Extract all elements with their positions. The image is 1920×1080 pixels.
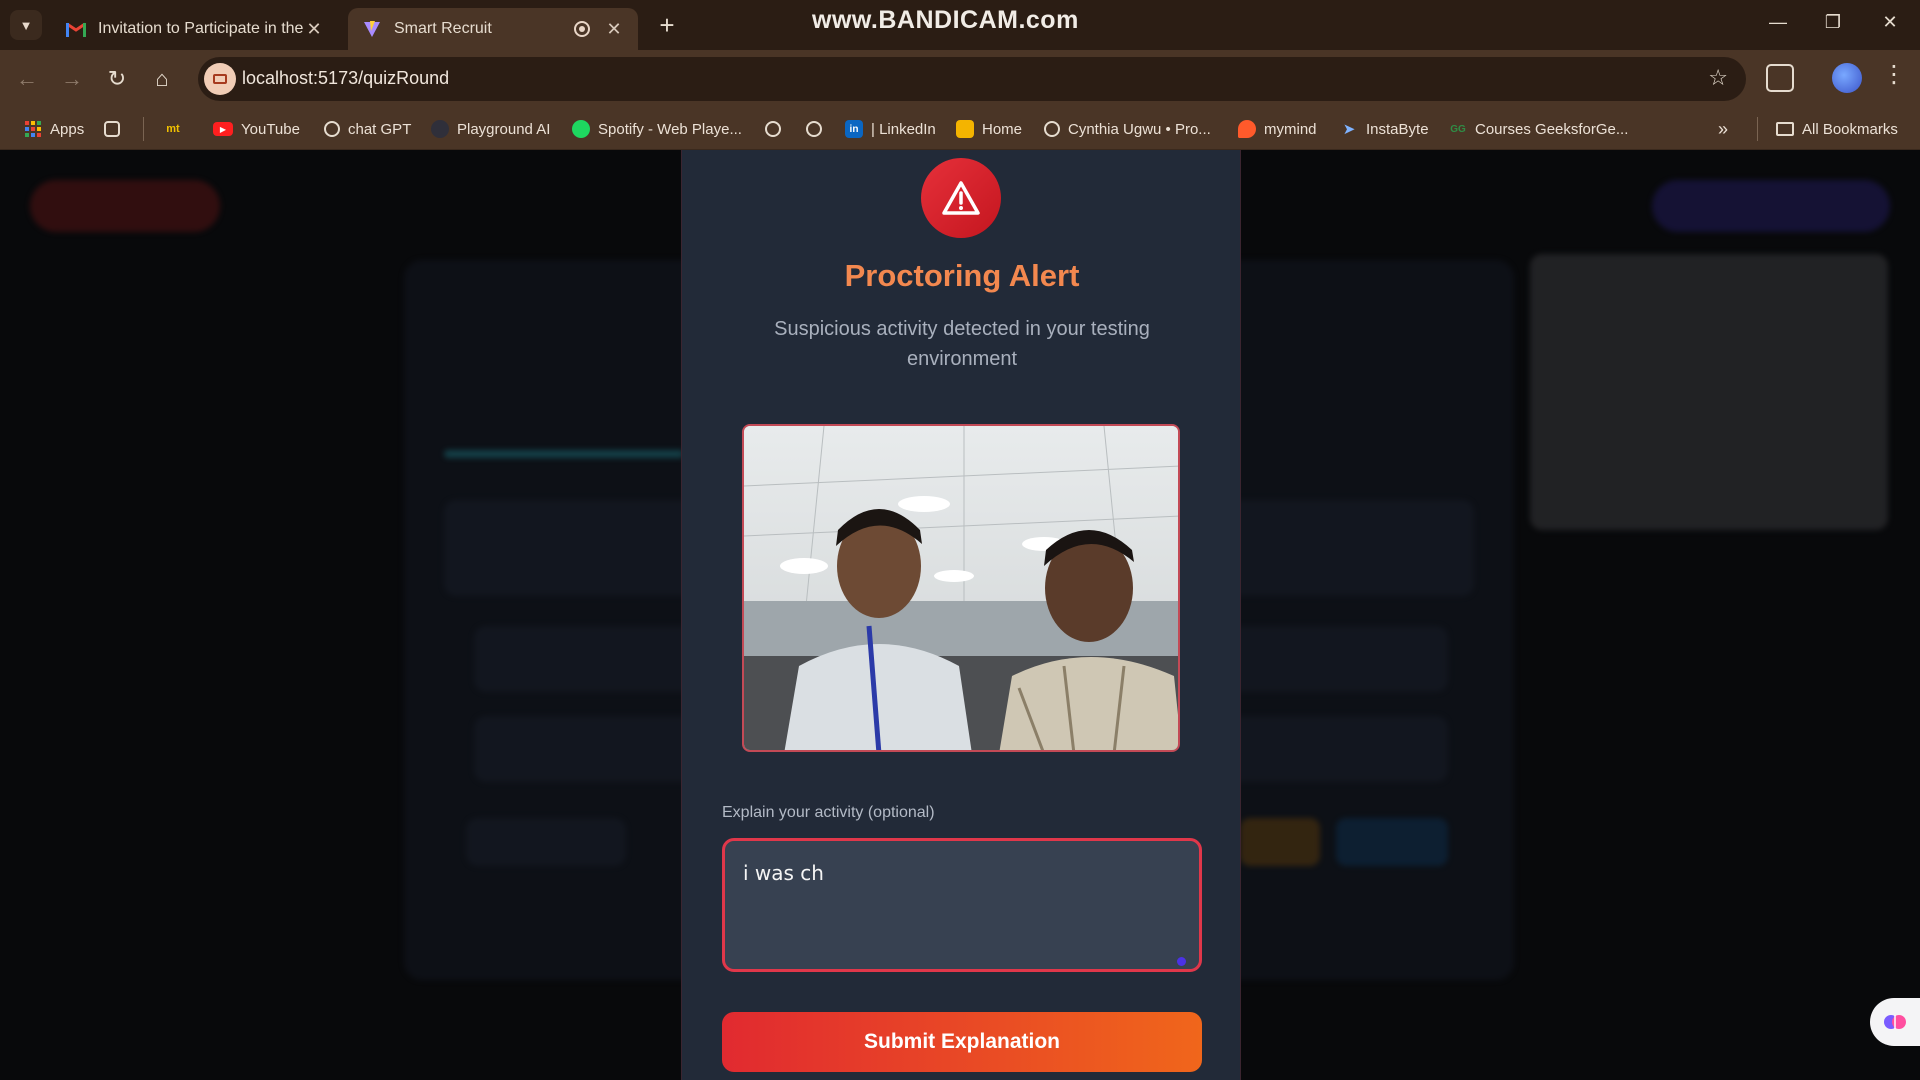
bookmark-mymind[interactable]: mymind xyxy=(1238,117,1317,141)
bookmark-globe-1[interactable] xyxy=(765,117,789,141)
bookmark-label: chat GPT xyxy=(348,120,412,138)
playground-icon xyxy=(431,120,449,138)
mymind-icon xyxy=(1238,120,1256,138)
submit-explanation-button[interactable]: Submit Explanation xyxy=(722,1012,1202,1072)
tab-smart-recruit[interactable]: Smart Recruit ✕ xyxy=(348,8,638,50)
openai-icon xyxy=(324,121,340,137)
gfg-icon: GG xyxy=(1450,123,1466,135)
person-icon xyxy=(1044,121,1060,137)
minimize-icon[interactable]: — xyxy=(1763,12,1793,33)
profile-avatar[interactable] xyxy=(1832,63,1862,93)
close-tab-icon[interactable]: ✕ xyxy=(604,19,624,40)
bookmark-playground-ai[interactable]: Playground AI xyxy=(431,117,550,141)
tab-strip: ▼ Invitation to Participate in the R ✕ S… xyxy=(0,0,1920,50)
bookmark-instabyte[interactable]: ➤ InstaByte xyxy=(1340,117,1429,141)
reload-icon[interactable]: ↻ xyxy=(102,64,132,94)
tab-groups-icon xyxy=(104,121,120,137)
bandicam-watermark: www.BANDICAM.com xyxy=(812,6,1079,34)
modal-title: Proctoring Alert xyxy=(844,258,1080,293)
forward-arrow-icon[interactable]: → xyxy=(57,64,87,94)
camera-in-use-icon[interactable] xyxy=(204,63,236,95)
recording-indicator-icon xyxy=(574,21,590,37)
bookmark-divider xyxy=(1757,117,1758,141)
restore-icon[interactable]: ❐ xyxy=(1818,12,1848,33)
bookmark-label: Courses GeeksforGe... xyxy=(1475,120,1629,138)
spotify-icon xyxy=(572,120,590,138)
bookmark-globe-2[interactable] xyxy=(806,117,830,141)
bookmark-label: Playground AI xyxy=(457,120,551,138)
prev-button-dimmed xyxy=(466,818,626,866)
tab-search-button[interactable]: ▼ xyxy=(10,10,42,40)
rocket-icon: ➤ xyxy=(1342,121,1356,138)
bookmark-label: Apps xyxy=(50,120,85,138)
all-bookmarks-button[interactable]: All Bookmarks xyxy=(1776,117,1898,141)
bookmark-tab-groups[interactable] xyxy=(104,117,128,141)
bookmark-label: mymind xyxy=(1264,120,1317,138)
mark-button-dimmed xyxy=(1240,818,1320,866)
classroom-icon xyxy=(956,120,974,138)
extensions-puzzle-icon[interactable] xyxy=(1766,64,1794,92)
next-button-dimmed xyxy=(1336,818,1448,866)
home-icon[interactable]: ⌂ xyxy=(147,64,177,94)
linkedin-icon: in xyxy=(845,120,863,138)
webcam-snapshot-image xyxy=(742,424,1180,752)
bookmark-apps[interactable]: Apps xyxy=(24,117,84,141)
tab-gmail-invitation[interactable]: Invitation to Participate in the R ✕ xyxy=(52,8,338,50)
folder-icon xyxy=(1776,122,1794,136)
bookmark-cynthia[interactable]: Cynthia Ugwu • Pro... xyxy=(1044,117,1211,141)
bookmark-label: | LinkedIn xyxy=(871,120,936,138)
bookmark-label: YouTube xyxy=(241,120,300,138)
bookmark-label: InstaByte xyxy=(1366,120,1429,138)
bookmark-label: Home xyxy=(982,120,1023,138)
explanation-textarea[interactable]: i was ch xyxy=(722,838,1202,972)
mt-icon: mt xyxy=(166,123,180,135)
bookmark-divider xyxy=(143,117,144,141)
gmail-icon xyxy=(66,20,86,38)
apps-grid-icon xyxy=(24,120,42,138)
brain-assistant-icon[interactable] xyxy=(1870,998,1920,1046)
bookmark-chatgpt[interactable]: chat GPT xyxy=(324,117,411,141)
address-bar[interactable]: localhost:5173/quizRound ☆ xyxy=(198,57,1746,101)
more-menu-icon[interactable]: ⋮ xyxy=(1882,60,1906,89)
question-counter-dimmed xyxy=(1652,180,1890,232)
bookmark-youtube[interactable]: ▶ YouTube xyxy=(213,117,300,141)
new-tab-button[interactable]: + xyxy=(652,11,682,41)
back-arrow-icon[interactable]: ← xyxy=(12,64,42,94)
bookmark-label: Cynthia Ugwu • Pro... xyxy=(1068,120,1211,138)
bookmark-spotify[interactable]: Spotify - Web Playe... xyxy=(572,117,742,141)
youtube-icon: ▶ xyxy=(213,122,233,136)
bookmark-star-icon[interactable]: ☆ xyxy=(1708,65,1728,91)
quiz-page: Proctoring Alert Suspicious activity det… xyxy=(0,150,1920,1080)
warning-triangle-icon xyxy=(921,158,1001,238)
bookmarks-bar: Apps mt ▶ YouTube chat GPT Playground AI… xyxy=(0,108,1920,150)
bookmark-label: All Bookmarks xyxy=(1802,120,1898,138)
more-bookmarks-chevron-icon[interactable]: » xyxy=(1718,117,1728,141)
tab-title: Invitation to Participate in the R xyxy=(98,20,304,37)
close-tab-icon[interactable]: ✕ xyxy=(304,19,324,40)
browser-toolbar: ← → ↻ ⌂ localhost:5173/quizRound ☆ xyxy=(0,50,1920,108)
bookmark-label: Spotify - Web Playe... xyxy=(598,120,742,138)
vite-icon xyxy=(362,20,382,38)
globe-icon xyxy=(765,121,781,137)
globe-icon xyxy=(806,121,822,137)
tab-title: Smart Recruit xyxy=(394,20,492,37)
proctoring-alert-modal: Proctoring Alert Suspicious activity det… xyxy=(681,150,1241,1080)
bookmark-home[interactable]: Home xyxy=(956,117,1022,141)
bookmark-linkedin[interactable]: in | LinkedIn xyxy=(845,117,936,141)
explanation-label: Explain your activity (optional) xyxy=(722,804,935,821)
close-window-icon[interactable]: ✕ xyxy=(1875,12,1905,33)
bookmark-geeksforgeeks[interactable]: GG Courses GeeksforGe... xyxy=(1449,117,1628,141)
grammar-assistant-dot xyxy=(1177,957,1186,966)
webcam-preview-dimmed xyxy=(1530,254,1888,530)
bookmark-mt[interactable]: mt xyxy=(162,117,192,141)
timer-badge-dimmed xyxy=(30,180,220,232)
modal-subtitle: Suspicious activity detected in your tes… xyxy=(774,318,1150,370)
url-text: localhost:5173/quizRound xyxy=(242,68,450,88)
progress-bar-dimmed xyxy=(444,450,684,458)
